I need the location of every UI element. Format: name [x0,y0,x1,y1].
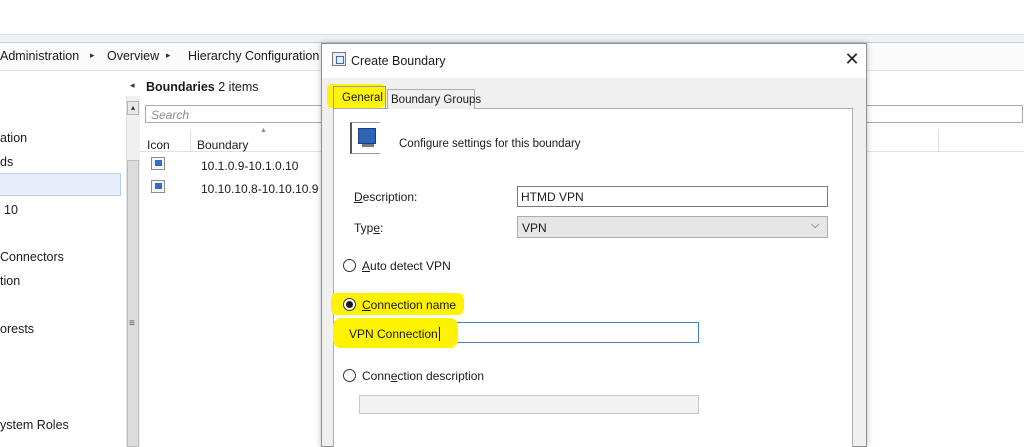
sort-ascending-icon: ▲ [260,127,267,134]
connection-description-post: ction description [397,369,485,383]
boundary-icon [151,157,165,170]
breadcrumb-item-administration[interactable]: Administration [0,49,79,63]
ribbon-area [0,0,1024,34]
type-label-pre: Typ [354,221,374,235]
description-label-text: escription: [362,190,418,204]
collapse-pane-icon[interactable]: ◂ [130,80,135,91]
dialog-title: Create Boundary [351,54,446,68]
breadcrumb-item-overview[interactable]: Overview [107,49,159,63]
type-label-post: : [380,221,384,235]
auto-detect-vpn-label[interactable]: Auto detect VPN [362,259,451,273]
close-icon[interactable]: ✕ [840,48,864,72]
nav-item-10[interactable]: 10 [4,203,18,217]
connection-description-pre: Conn [362,369,391,383]
breadcrumb-item-hierarchy-configuration[interactable]: Hierarchy Configuration [188,49,319,63]
settings-header-text: Configure settings for this boundary [399,138,581,150]
connection-name-text: onnection name [370,298,457,312]
connection-description-label[interactable]: Connection description [362,369,484,383]
dialog-app-icon [332,52,346,66]
column-divider[interactable] [190,130,191,152]
column-header-boundary[interactable]: Boundary [197,138,248,152]
ribbon-divider [0,34,1024,43]
connection-description-input[interactable] [359,395,699,414]
type-selected-value: VPN [522,221,547,235]
list-title-name: Boundaries [146,80,215,94]
splitter-grip-icon[interactable]: ≡ [129,318,135,329]
nav-item-ds[interactable]: ds [0,155,13,169]
list-item-count: 2 items [218,80,259,94]
auto-detect-accesskey: A [362,259,371,273]
list-title: Boundaries 2 items [146,80,259,94]
auto-detect-vpn-radio[interactable] [343,259,356,272]
nav-item-connectors[interactable]: Connectors [0,250,64,264]
column-divider[interactable] [938,130,939,152]
scroll-up-icon[interactable]: ▴ [127,101,139,115]
nav-selected-item[interactable] [0,173,121,196]
connection-name-value: VPN Connection [349,327,440,341]
tab-general-label[interactable]: General [342,92,383,104]
breadcrumb-separator-icon: ▸ [90,50,95,60]
boundary-icon [151,180,165,193]
connection-description-radio[interactable] [343,369,356,382]
column-header-icon[interactable]: Icon [147,138,170,152]
breadcrumb-separator-icon: ▸ [166,50,171,60]
nav-item-tion[interactable]: tion [0,274,20,288]
search-placeholder: Search [151,108,190,122]
description-label: Description: [354,190,417,204]
type-label: Type: [354,221,383,235]
boundary-settings-icon [350,122,380,154]
nav-scrollbar-thumb[interactable] [127,160,139,447]
nav-item-system-roles[interactable]: ystem Roles [0,418,69,432]
connection-name-radio[interactable] [343,298,356,311]
connection-name-label[interactable]: Connection name [362,298,456,312]
type-dropdown[interactable] [517,216,828,238]
connection-name-accesskey: C [362,298,371,312]
nav-item-ation[interactable]: ation [0,131,27,145]
description-label-accesskey: D [354,190,363,204]
description-value: HTMD VPN [521,190,584,204]
nav-item-orests[interactable]: orests [0,322,34,336]
tab-boundary-groups-label[interactable]: Boundary Groups [391,94,481,106]
auto-detect-text: uto detect VPN [370,259,451,273]
table-row-boundary[interactable]: 10.1.0.9-10.1.0.10 [201,159,298,173]
table-row-boundary[interactable]: 10.10.10.8-10.10.10.9 [201,182,318,196]
chevron-down-icon[interactable]: ⌵ [811,219,819,232]
